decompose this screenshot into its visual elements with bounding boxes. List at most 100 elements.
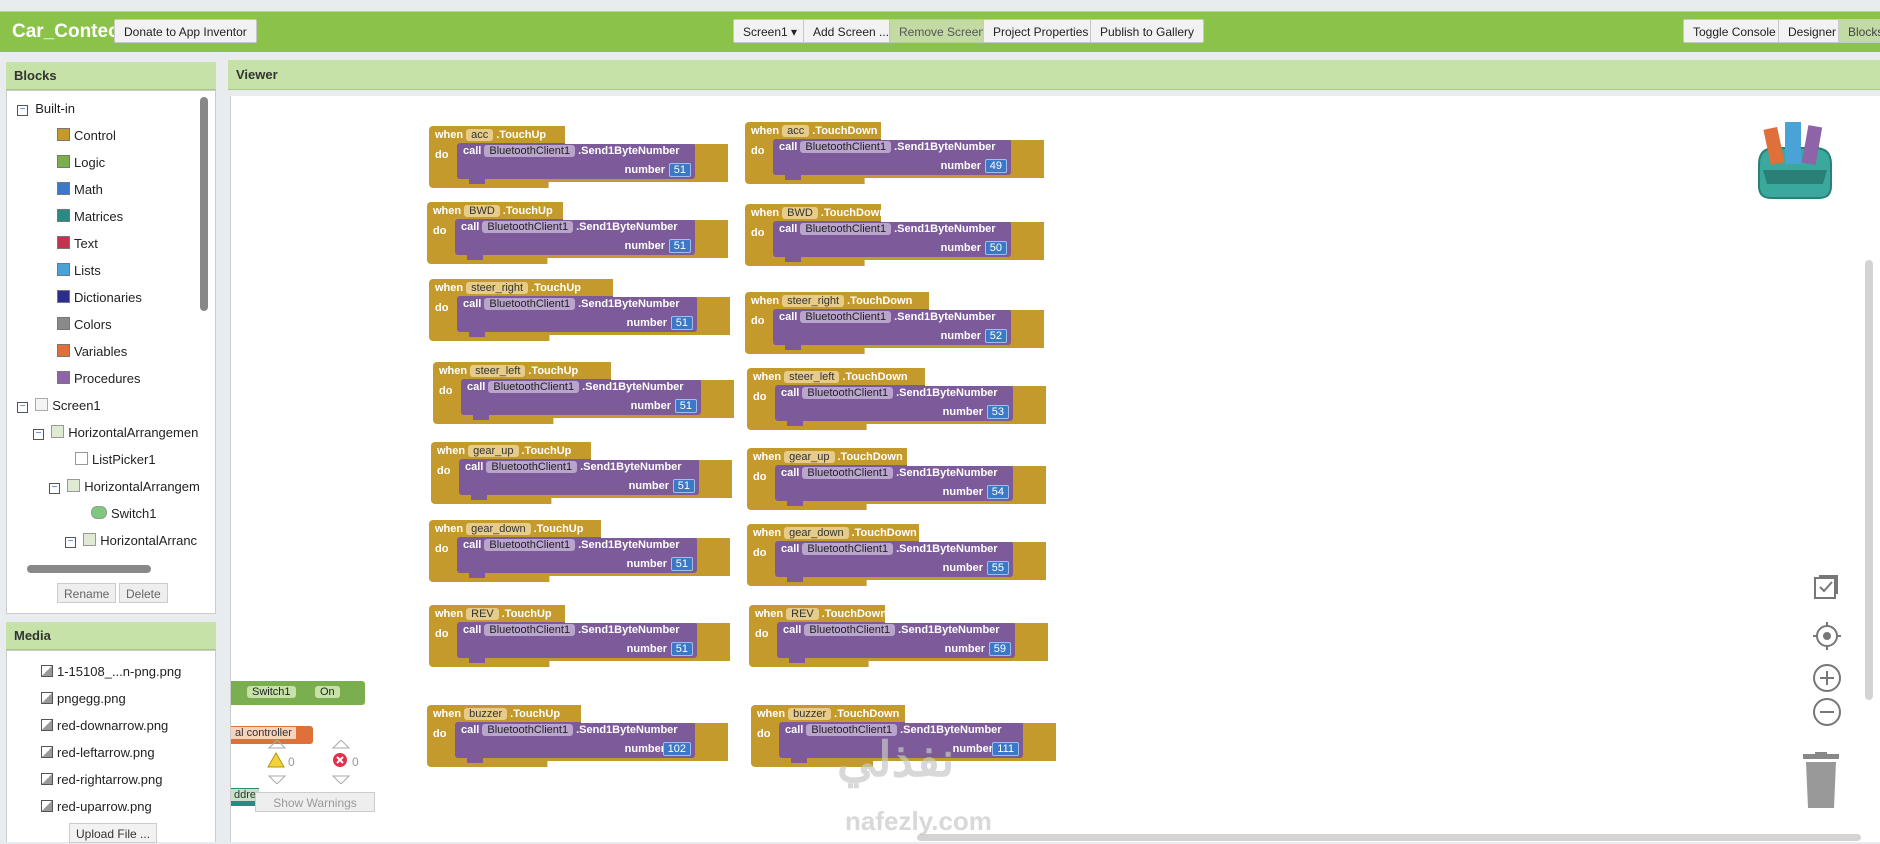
collapse-icon[interactable]: − xyxy=(17,105,28,116)
media-file-6[interactable]: red-uparrow.png xyxy=(41,799,152,814)
component-switch[interactable]: Switch1 xyxy=(91,506,157,521)
number-value[interactable]: 111 xyxy=(992,742,1019,756)
number-value[interactable]: 102 xyxy=(662,742,691,756)
media-file-1[interactable]: 1-15108_...n-png.png xyxy=(41,664,181,679)
drawer-control[interactable]: Control xyxy=(57,128,116,143)
event-component-dropdown[interactable]: buzzer xyxy=(464,708,508,720)
number-value[interactable]: 55 xyxy=(986,561,1009,575)
drawer-math[interactable]: Math xyxy=(57,182,103,197)
media-file-3[interactable]: red-downarrow.png xyxy=(41,718,168,733)
event-component-dropdown[interactable]: buzzer xyxy=(788,708,832,720)
project-properties-button[interactable]: Project Properties xyxy=(983,19,1099,43)
bluetooth-component-dropdown[interactable]: BluetoothClient1 xyxy=(800,311,892,323)
call-send-block[interactable]: call BluetoothClient1 .Send1ByteNumber numb… xyxy=(775,465,1013,506)
event-block-right-steer_right[interactable]: when steer_right .TouchDown do call Bluetooth… xyxy=(745,292,1044,354)
event-block-left-gear_down[interactable]: when gear_down .TouchUp do call BluetoothClie… xyxy=(429,520,730,582)
event-component-dropdown[interactable]: gear_up xyxy=(468,445,519,457)
number-value[interactable]: 59 xyxy=(988,642,1011,656)
bluetooth-component-dropdown[interactable]: BluetoothClient1 xyxy=(484,539,576,551)
number-value[interactable]: 50 xyxy=(984,241,1007,255)
component-horizontal-1[interactable]: − HorizontalArrangemen xyxy=(33,425,198,440)
publish-gallery-button[interactable]: Publish to Gallery xyxy=(1090,19,1205,43)
number-value[interactable]: 51 xyxy=(670,557,693,571)
number-value[interactable]: 51 xyxy=(668,239,691,253)
bluetooth-component-dropdown[interactable]: BluetoothClient1 xyxy=(802,387,894,399)
event-component-dropdown[interactable]: steer_right xyxy=(466,282,529,294)
call-send-block[interactable]: call BluetoothClient1 .Send1ByteNumber numb… xyxy=(461,379,701,420)
recenter-icon[interactable] xyxy=(1811,620,1843,652)
media-file-4[interactable]: red-leftarrow.png xyxy=(41,745,155,760)
collapse-icon[interactable]: − xyxy=(49,483,60,494)
bluetooth-component-dropdown[interactable]: BluetoothClient1 xyxy=(482,724,574,736)
add-screen-button[interactable]: Add Screen ... xyxy=(803,19,900,43)
bluetooth-component-dropdown[interactable]: BluetoothClient1 xyxy=(484,298,576,310)
bluetooth-component-dropdown[interactable]: BluetoothClient1 xyxy=(486,461,578,473)
drawer-colors[interactable]: Colors xyxy=(57,317,112,332)
switch-setter-block[interactable]: Switch1 On xyxy=(231,681,365,705)
event-component-dropdown[interactable]: steer_left xyxy=(784,371,840,383)
drawer-logic[interactable]: Logic xyxy=(57,155,105,170)
event-block-right-steer_left[interactable]: when steer_left .TouchDown do call BluetoothC… xyxy=(747,368,1046,430)
component-horizontal-2[interactable]: − HorizontalArrangem xyxy=(49,479,200,494)
zoom-out-icon[interactable] xyxy=(1811,696,1843,728)
event-component-dropdown[interactable]: acc xyxy=(782,125,810,137)
event-component-dropdown[interactable]: REV xyxy=(786,608,819,620)
number-value[interactable]: 53 xyxy=(986,405,1009,419)
event-block-left-buzzer[interactable]: when buzzer .TouchUp do call BluetoothClient1… xyxy=(427,705,728,767)
bluetooth-component-dropdown[interactable]: BluetoothClient1 xyxy=(484,145,576,157)
event-component-dropdown[interactable]: BWD xyxy=(464,205,500,217)
collapse-icon[interactable]: − xyxy=(17,402,28,413)
builtin-node[interactable]: − Built-in xyxy=(17,101,75,116)
bluetooth-component-dropdown[interactable]: BluetoothClient1 xyxy=(800,141,892,153)
bluetooth-component-dropdown[interactable]: BluetoothClient1 xyxy=(802,543,894,555)
event-block-right-REV[interactable]: when REV .TouchDown do call BluetoothClient1.… xyxy=(749,605,1048,667)
workspace-vertical-scrollbar[interactable] xyxy=(1865,260,1873,700)
component-listpicker[interactable]: ListPicker1 xyxy=(75,452,156,467)
bluetooth-component-dropdown[interactable]: BluetoothClient1 xyxy=(482,221,574,233)
donate-button[interactable]: Donate to App Inventor xyxy=(114,19,257,43)
delete-button[interactable]: Delete xyxy=(119,583,168,603)
blocks-button[interactable]: Blocks xyxy=(1838,19,1880,43)
bluetooth-component-dropdown[interactable]: BluetoothClient1 xyxy=(800,223,892,235)
tree-vertical-scrollbar[interactable] xyxy=(200,97,208,311)
bluetooth-component-dropdown[interactable]: BluetoothClient1 xyxy=(802,467,894,479)
workspace-horizontal-scrollbar[interactable] xyxy=(917,834,1861,841)
number-value[interactable]: 51 xyxy=(674,399,697,413)
remove-screen-button[interactable]: Remove Screen xyxy=(889,19,996,43)
event-block-left-steer_right[interactable]: when steer_right .TouchUp do call BluetoothCl… xyxy=(429,279,730,341)
cleanup-icon[interactable] xyxy=(1811,572,1841,602)
call-send-block[interactable]: call BluetoothClient1 .Send1ByteNumber numb… xyxy=(457,296,697,337)
collapse-icon[interactable]: − xyxy=(33,429,44,440)
bluetooth-component-dropdown[interactable]: BluetoothClient1 xyxy=(488,381,580,393)
number-value[interactable]: 54 xyxy=(986,485,1009,499)
designer-button[interactable]: Designer xyxy=(1778,19,1847,43)
event-component-dropdown[interactable]: gear_up xyxy=(784,451,835,463)
event-block-left-REV[interactable]: when REV .TouchUp do call BluetoothClient1 .Se… xyxy=(429,605,730,667)
event-block-left-gear_up[interactable]: when gear_up .TouchUp do call BluetoothClient… xyxy=(431,442,732,504)
event-block-left-BWD[interactable]: when BWD .TouchUp do call BluetoothClient1 .Se… xyxy=(427,202,728,264)
drawer-variables[interactable]: Variables xyxy=(57,344,127,359)
number-value[interactable]: 51 xyxy=(670,642,693,656)
media-file-2[interactable]: pngegg.png xyxy=(41,691,126,706)
event-component-dropdown[interactable]: BWD xyxy=(782,207,818,219)
bluetooth-component-dropdown[interactable]: BluetoothClient1 xyxy=(804,624,896,636)
event-block-right-BWD[interactable]: when BWD .TouchDown do call BluetoothClient1.… xyxy=(745,204,1044,266)
media-file-5[interactable]: red-rightarrow.png xyxy=(41,772,163,787)
upload-file-button[interactable]: Upload File ... xyxy=(69,823,158,843)
number-value[interactable]: 51 xyxy=(670,316,693,330)
drawer-text[interactable]: Text xyxy=(57,236,98,251)
number-value[interactable]: 51 xyxy=(668,163,691,177)
event-block-right-gear_up[interactable]: when gear_up .TouchDown do call BluetoothClie… xyxy=(747,448,1046,510)
screen-dropdown[interactable]: Screen1 ▾ xyxy=(733,19,808,43)
tree-horizontal-scrollbar[interactable] xyxy=(27,565,151,573)
number-value[interactable]: 52 xyxy=(984,329,1007,343)
zoom-in-icon[interactable] xyxy=(1811,662,1843,694)
call-send-block[interactable]: call BluetoothClient1 .Send1ByteNumber numb… xyxy=(775,385,1013,426)
number-value[interactable]: 49 xyxy=(984,159,1007,173)
drawer-matrices[interactable]: Matrices xyxy=(57,209,123,224)
call-send-block[interactable]: call BluetoothClient1 .Send1ByteNumber numb… xyxy=(773,139,1011,180)
call-send-block[interactable]: call BluetoothClient1 .Send1ByteNumber numb… xyxy=(455,219,695,260)
event-component-dropdown[interactable]: steer_left xyxy=(470,365,526,377)
drawer-dictionaries[interactable]: Dictionaries xyxy=(57,290,142,305)
toggle-console-button[interactable]: Toggle Console xyxy=(1683,19,1786,43)
